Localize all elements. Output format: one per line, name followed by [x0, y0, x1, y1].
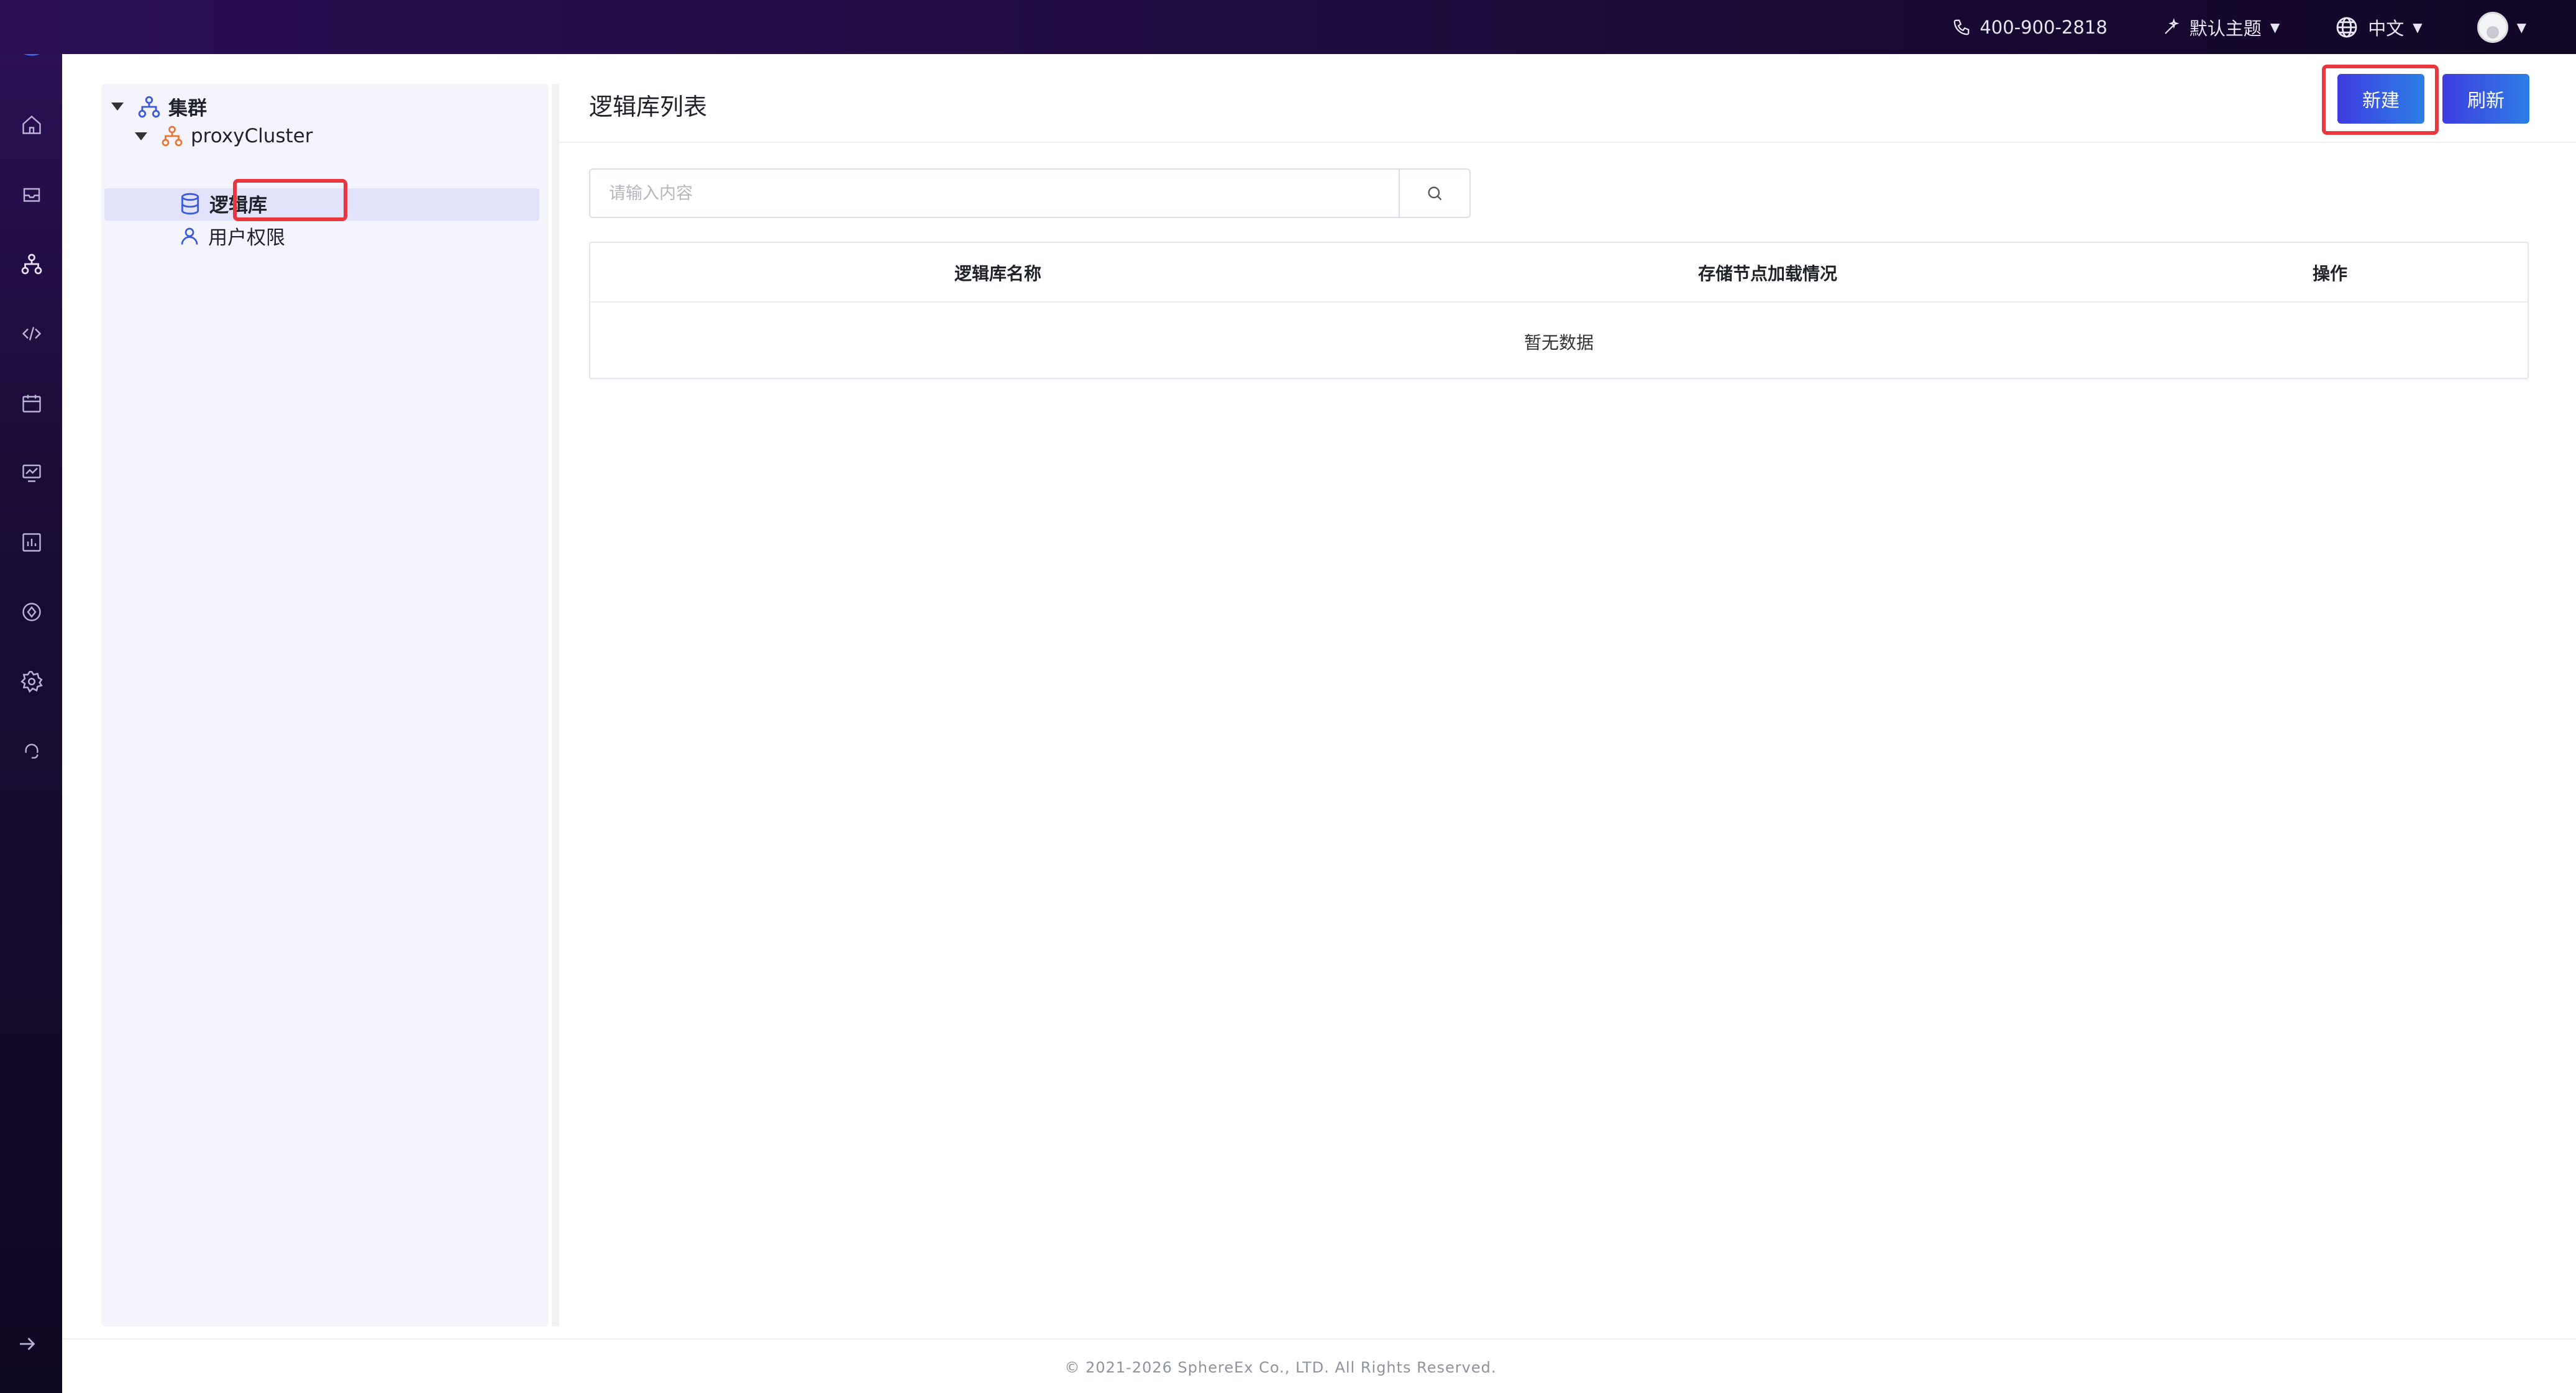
empty-state-text: 暂无数据	[1523, 332, 1594, 353]
code-icon[interactable]	[19, 321, 45, 347]
search-input[interactable]	[609, 183, 1399, 203]
panel-divider[interactable]	[552, 84, 559, 1327]
language-label: 中文	[2368, 17, 2405, 39]
tree-node-cluster[interactable]: proxyCluster	[135, 125, 313, 147]
phone-icon	[1953, 19, 1970, 35]
database-icon	[181, 193, 199, 214]
chevron-down-icon: ▼	[2270, 19, 2280, 35]
globe-icon	[2336, 17, 2357, 37]
support-icon[interactable]	[19, 738, 45, 764]
header-divider	[559, 142, 2576, 143]
inbox-icon[interactable]	[19, 181, 45, 208]
phone-number: 400-900-2818	[1980, 16, 2108, 38]
content-area: 集群 proxyCluster 逻辑库 用户权限 逻辑库列表 新建 刷新 逻辑库…	[62, 54, 2576, 1393]
left-sidebar	[0, 0, 62, 1393]
user-icon	[181, 227, 198, 245]
chevron-down-icon: ▼	[2413, 19, 2423, 35]
tree-node-root[interactable]: 集群	[111, 93, 207, 121]
column-header-actions: 操作	[2312, 263, 2347, 284]
highlight-box	[233, 179, 347, 221]
plugin-icon[interactable]	[19, 599, 45, 625]
search-button[interactable]	[1399, 168, 1471, 218]
search-icon	[1428, 186, 1442, 201]
logic-db-table: 逻辑库名称 存储节点加载情况 操作 暂无数据	[589, 242, 2529, 379]
cluster-icon[interactable]	[19, 251, 45, 277]
cluster-tree-panel: 集群 proxyCluster 逻辑库 用户权限	[101, 84, 549, 1327]
search-field[interactable]	[589, 168, 1400, 218]
user-menu[interactable]: ▼	[2477, 11, 2526, 43]
report-icon[interactable]	[19, 529, 45, 555]
phone-contact[interactable]: 400-900-2818	[1952, 16, 2108, 38]
tree-cluster-label: proxyCluster	[191, 125, 313, 147]
caret-down-icon[interactable]	[135, 132, 147, 140]
tree-item-user-permission[interactable]: 用户权限	[178, 222, 285, 250]
avatar	[2477, 11, 2508, 43]
page-title: 逻辑库列表	[589, 93, 708, 121]
caret-down-icon[interactable]	[111, 103, 124, 111]
expand-sidebar-icon[interactable]	[16, 1333, 39, 1358]
calendar-icon[interactable]	[19, 390, 45, 416]
table-header: 逻辑库名称 存储节点加载情况 操作	[590, 243, 2528, 303]
theme-icon	[2165, 17, 2180, 34]
tree-root-label: 集群	[168, 98, 207, 120]
monitor-icon[interactable]	[19, 460, 45, 486]
settings-icon[interactable]	[19, 669, 45, 695]
cluster-node-icon	[162, 126, 183, 147]
language-selector[interactable]: 中文 ▼	[2334, 14, 2423, 40]
copyright-text: © 2021-2026 SphereEx Co., LTD. All Right…	[1064, 1359, 1497, 1376]
top-bar: 400-900-2818 默认主题 ▼ 中文 ▼ ▼	[0, 0, 2576, 54]
column-header-storage: 存储节点加载情况	[1697, 263, 1837, 284]
tree-item-label: 用户权限	[208, 227, 285, 249]
theme-selector[interactable]: 默认主题 ▼	[2162, 14, 2280, 40]
home-icon[interactable]	[19, 112, 45, 138]
chevron-down-icon: ▼	[2516, 19, 2526, 35]
theme-label: 默认主题	[2189, 17, 2262, 39]
cluster-icon	[138, 96, 160, 117]
refresh-button[interactable]: 刷新	[2442, 74, 2529, 124]
new-button[interactable]: 新建	[2337, 74, 2424, 124]
column-header-name: 逻辑库名称	[954, 263, 1041, 284]
footer-divider	[62, 1338, 2576, 1340]
